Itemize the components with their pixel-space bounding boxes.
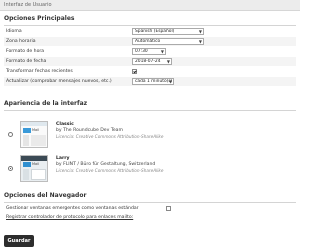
- skin-info-larry: Larry by FLINT / Büro für Gestaltung, Sw…: [56, 156, 163, 174]
- setting-label-language: Idioma: [6, 29, 22, 34]
- page-header: Interfaz de Usuario: [0, 0, 300, 11]
- setting-row-protocol: Registrar controlador de protocolo para …: [4, 213, 296, 222]
- timezone-select[interactable]: Automático ▼: [132, 38, 204, 45]
- skin-thumbnail-classic: Mail: [20, 121, 48, 148]
- chevron-down-icon: ▼: [168, 79, 172, 84]
- thumbnail-label: Mail: [32, 162, 40, 166]
- setting-row-refresh: Actualizar (comprobar mensajes nuevos, e…: [4, 77, 296, 86]
- skin-license: Licencia: Creative Commons Attribution-S…: [56, 168, 164, 173]
- section-title-appearance: Apariencia de la interfaz: [4, 100, 88, 107]
- popup-windows-checkbox[interactable]: [166, 206, 171, 211]
- setting-row-popups: Gestionar ventanas emergentes como venta…: [4, 204, 296, 213]
- section-title-main: Opciones Principales: [4, 15, 75, 22]
- skin-thumbnail-larry: Mail: [20, 155, 48, 182]
- section-divider: [4, 110, 296, 111]
- skin-radio-larry[interactable]: [8, 166, 13, 171]
- setting-label-date-format: Formato de fecha: [6, 59, 47, 64]
- date-format-select[interactable]: 2018-07-24 ▼: [132, 58, 172, 65]
- register-protocol-link[interactable]: Registrar controlador de protocolo para …: [6, 213, 133, 222]
- chevron-down-icon: ▼: [198, 29, 202, 34]
- setting-label-time-format: Formato de hora: [6, 49, 45, 54]
- language-select[interactable]: Spanish (Español) ▼: [132, 28, 204, 35]
- section-title-browser: Opciones del Navegador: [4, 192, 87, 199]
- skin-info-classic: Classic by The Roundcube Dev Team Licenc…: [56, 122, 163, 140]
- pretty-date-checkbox[interactable]: [132, 69, 137, 74]
- date-format-select-value: 2018-07-24: [135, 59, 161, 64]
- mail-logo-icon: [23, 162, 31, 167]
- setting-label-refresh: Actualizar (comprobar mensajes nuevos, e…: [6, 79, 112, 84]
- page-header-title: Interfaz de Usuario: [4, 2, 52, 8]
- skin-option-larry[interactable]: Mail Larry by FLINT / Büro für Gestaltun…: [4, 152, 296, 186]
- language-select-value: Spanish (Español): [135, 29, 175, 34]
- section-divider: [4, 25, 296, 26]
- refresh-interval-select[interactable]: cada 1 minuto(s) ▼: [132, 78, 174, 85]
- timezone-select-value: Automático: [135, 39, 161, 44]
- chevron-down-icon: ▼: [166, 59, 170, 64]
- save-button[interactable]: Guardar: [4, 235, 34, 247]
- thumbnail-label: Mail: [32, 128, 40, 132]
- time-format-select-value: 07:30: [135, 49, 148, 54]
- setting-row-date-format: Formato de fecha 2018-07-24 ▼: [4, 57, 296, 66]
- skin-radio-classic[interactable]: [8, 132, 13, 137]
- setting-label-popups: Gestionar ventanas emergentes como venta…: [6, 206, 139, 211]
- setting-label-pretty-date: Transformar fechas recientes: [6, 69, 73, 74]
- setting-row-pretty-date: Transformar fechas recientes: [4, 67, 296, 76]
- time-format-select[interactable]: 07:30 ▼: [132, 48, 166, 55]
- setting-label-timezone: Zona horaria: [6, 39, 36, 44]
- chevron-down-icon: ▼: [198, 39, 202, 44]
- setting-row-timezone: Zona horaria Automático ▼: [4, 37, 296, 46]
- skin-option-classic[interactable]: Mail Classic by The Roundcube Dev Team L…: [4, 118, 296, 152]
- mail-logo-icon: [23, 128, 31, 133]
- setting-row-time-format: Formato de hora 07:30 ▼: [4, 47, 296, 56]
- setting-row-language: Idioma Spanish (Español) ▼: [4, 27, 296, 36]
- section-divider: [4, 202, 296, 203]
- chevron-down-icon: ▼: [160, 49, 164, 54]
- skin-license: Licencia: Creative Commons Attribution-S…: [56, 134, 164, 139]
- refresh-interval-select-value: cada 1 minuto(s): [135, 79, 173, 84]
